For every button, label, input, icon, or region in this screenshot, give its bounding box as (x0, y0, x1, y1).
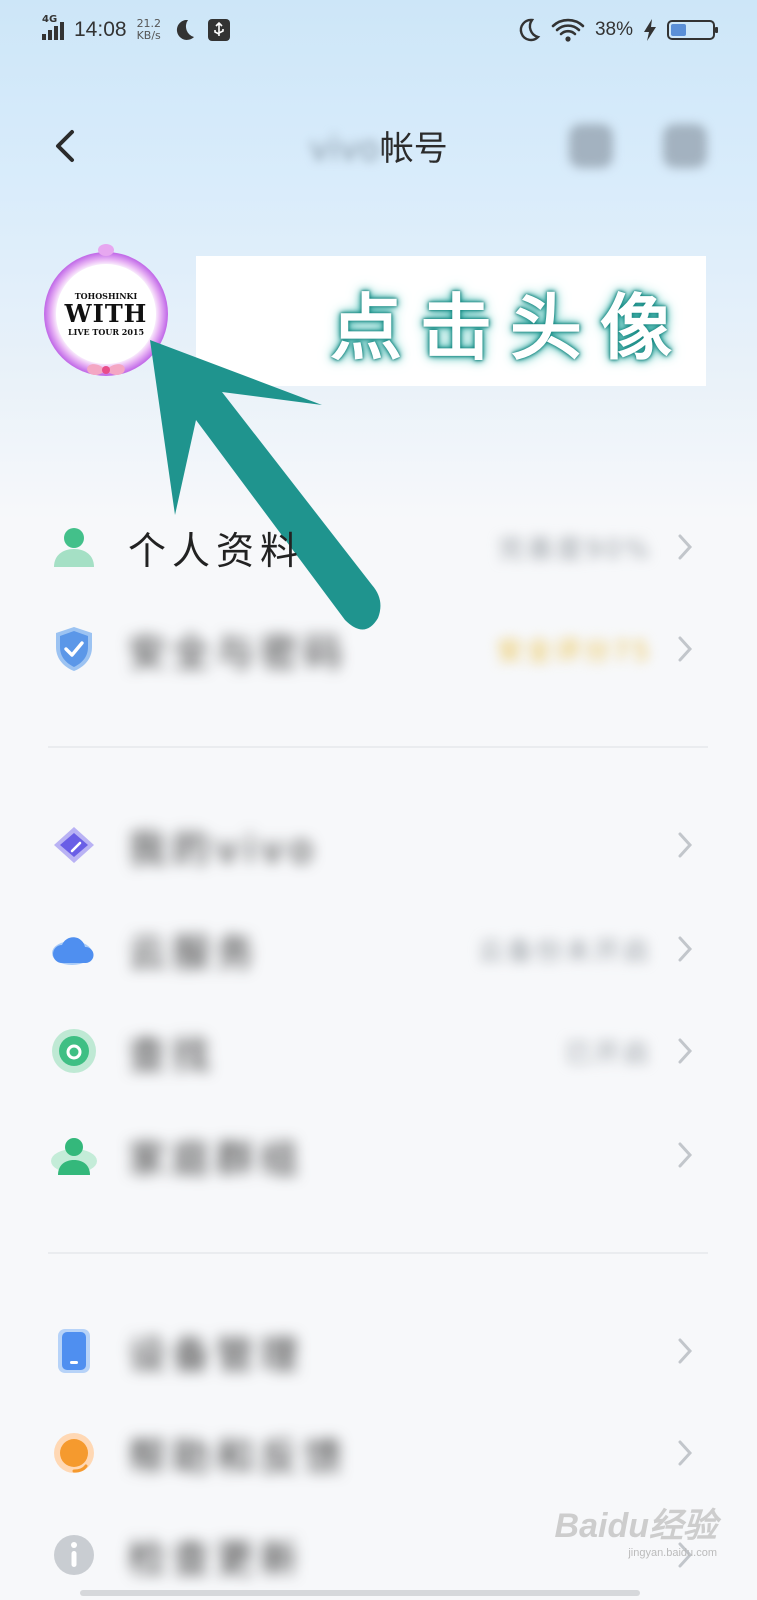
info-icon (54, 1535, 94, 1575)
hint-banner: 点击头像 (196, 256, 706, 386)
chevron-right-icon (678, 936, 693, 962)
menu-item-my-vivo[interactable]: 我的vivo (0, 800, 757, 890)
scan-icon[interactable] (663, 124, 707, 168)
person-icon (54, 528, 94, 567)
menu-label: 个人资料 (128, 528, 305, 573)
usb-icon (208, 19, 231, 41)
avatar-frame-ornament (98, 244, 114, 256)
phone-icon (58, 1329, 90, 1373)
watermark: Baidu经验 jingyan.baidu.com (555, 1498, 717, 1559)
chevron-right-icon (678, 1038, 693, 1064)
family-group-icon (51, 1138, 97, 1175)
header-actions (569, 124, 707, 168)
menu-value: 已开启 (564, 1038, 652, 1069)
status-left: 4G 14:08 21.2 KB/s (42, 14, 231, 43)
shield-icon (56, 627, 92, 671)
wifi-icon (551, 18, 585, 42)
status-right: 38% (515, 17, 718, 43)
divider (48, 746, 708, 748)
page-title-suffix: 帐号 (379, 128, 448, 169)
divider (48, 1252, 708, 1254)
chevron-right-icon (678, 1440, 693, 1466)
clock: 14:08 (74, 18, 127, 41)
menu-item-profile[interactable]: 个人资料 完善度90% (0, 502, 757, 592)
menu-label: 家庭群组 (128, 1136, 305, 1181)
chevron-right-icon (678, 1142, 693, 1168)
menu-item-security[interactable]: 安全与密码 安全评分75 (0, 604, 757, 694)
app-header: vivo帐号 (0, 110, 757, 180)
avatar[interactable]: TOHOSHINKI WITH LIVE TOUR 2015 (44, 244, 168, 376)
home-indicator[interactable] (80, 1590, 640, 1596)
menu-label: 安全与密码 (128, 630, 349, 675)
chevron-right-icon (678, 534, 693, 560)
menu-label: 检查更新 (128, 1536, 305, 1581)
menu-item-find[interactable]: 查找 已开启 (0, 1006, 757, 1096)
avatar-frame-bow (87, 364, 125, 376)
menu-item-family-group[interactable]: 家庭群组 (0, 1110, 757, 1200)
avatar-sub-text: LIVE TOUR 2015 (67, 327, 145, 337)
battery-fill (671, 24, 687, 36)
charging-icon (644, 19, 656, 41)
avatar-image: TOHOSHINKI WITH LIVE TOUR 2015 (56, 264, 156, 364)
menu-item-help-feedback[interactable]: 帮助和反馈 (0, 1408, 757, 1498)
menu-item-device-management[interactable]: 设备管理 (0, 1306, 757, 1396)
diamond-icon (54, 827, 94, 863)
menu-value: 云备份未开启 (477, 936, 652, 967)
network-type: 4G (42, 14, 58, 25)
watermark-brand: Baidu经验 (554, 1507, 717, 1545)
avatar-main-text: WITH (64, 299, 148, 328)
chevron-right-icon (678, 832, 693, 858)
hint-text: 点击头像 (329, 284, 690, 370)
menu-label: 帮助和反馈 (128, 1434, 349, 1479)
page-title-brand: vivo (309, 128, 380, 169)
chevron-right-icon (678, 1338, 693, 1364)
menu-item-cloud[interactable]: 云服务 云备份未开启 (0, 904, 757, 994)
menu-label: 设备管理 (128, 1332, 305, 1377)
menu-label: 云服务 (128, 930, 261, 975)
battery-icon (667, 20, 718, 40)
menu-value: 安全评分75 (496, 636, 652, 667)
moon-icon (176, 19, 195, 40)
chevron-right-icon (678, 636, 693, 662)
menu-label: 我的vivo (128, 826, 319, 871)
headset-icon (54, 1433, 94, 1473)
location-target-icon (52, 1029, 96, 1073)
message-icon[interactable] (569, 124, 613, 168)
signal-icon: 4G (42, 14, 64, 40)
battery-percent: 38% (594, 19, 633, 40)
menu-value: 完善度90% (498, 534, 652, 565)
cloud-icon (52, 937, 94, 965)
status-bar: 4G 14:08 21.2 KB/s 38% (0, 0, 757, 60)
network-speed: 21.2 KB/s (136, 17, 162, 42)
watermark-url: jingyan.baidu.com (628, 1547, 717, 1559)
moon-icon (519, 18, 541, 42)
menu-label: 查找 (128, 1032, 217, 1077)
